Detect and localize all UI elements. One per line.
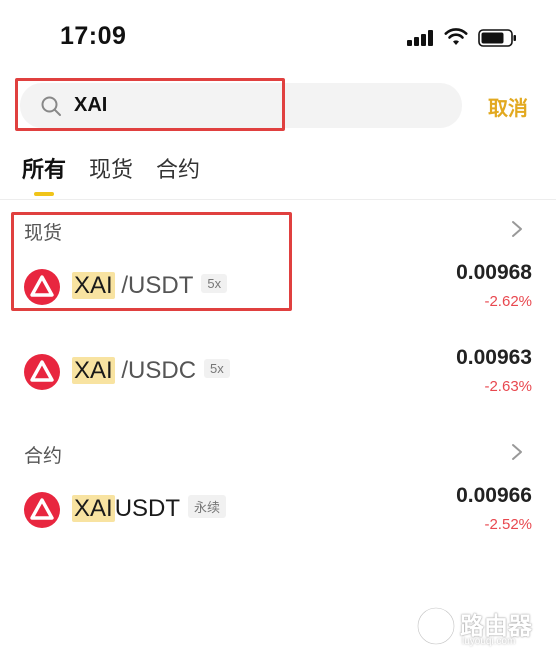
price: 0.00968 [456,261,532,284]
price: 0.00966 [456,484,532,507]
price-change: -2.52% [484,516,532,533]
status-time: 17:09 [60,22,127,50]
pair-base: XAI [72,357,115,384]
price-change: -2.62% [484,293,532,310]
section-title-futures: 合约 [24,446,63,467]
pair-quote: USDT [114,495,181,522]
wifi-icon [444,28,468,45]
battery-icon [478,29,516,47]
watermark-url: luyouqi.com [462,636,516,647]
chevron-right-icon[interactable] [510,442,524,462]
pair-name: XAIUSDT 永续 [72,495,227,523]
watermark: 路由器 luyouqi.com [416,604,546,650]
tab-futures[interactable]: 合约 [156,152,200,184]
pair-base: XAI [72,495,115,522]
divider [0,199,556,200]
list-item[interactable]: XAIUSDT 永续 0.00966 -2.52% [0,480,556,540]
annotation-box-search [15,78,285,131]
list-item[interactable]: XAI /USDC 5x 0.00963 -2.63% [0,342,556,402]
cancel-button[interactable]: 取消 [488,92,528,121]
xai-coin-icon [24,492,60,528]
price: 0.00963 [456,346,532,369]
price-change: -2.63% [484,378,532,395]
pair-quote: /USDC [114,357,197,384]
active-tab-indicator [34,192,54,196]
cellular-signal-icon [407,30,433,46]
status-bar: 17:09 [0,0,556,70]
router-logo-icon [416,606,456,646]
chevron-right-icon[interactable] [510,219,524,239]
tab-all[interactable]: 所有 [22,152,66,184]
xai-coin-icon [24,354,60,390]
leverage-badge: 5x [204,359,230,379]
perpetual-badge: 永续 [188,495,227,519]
pair-name: XAI /USDC 5x [72,357,230,385]
annotation-box-spot [11,212,292,311]
tab-spot[interactable]: 现货 [89,152,133,184]
